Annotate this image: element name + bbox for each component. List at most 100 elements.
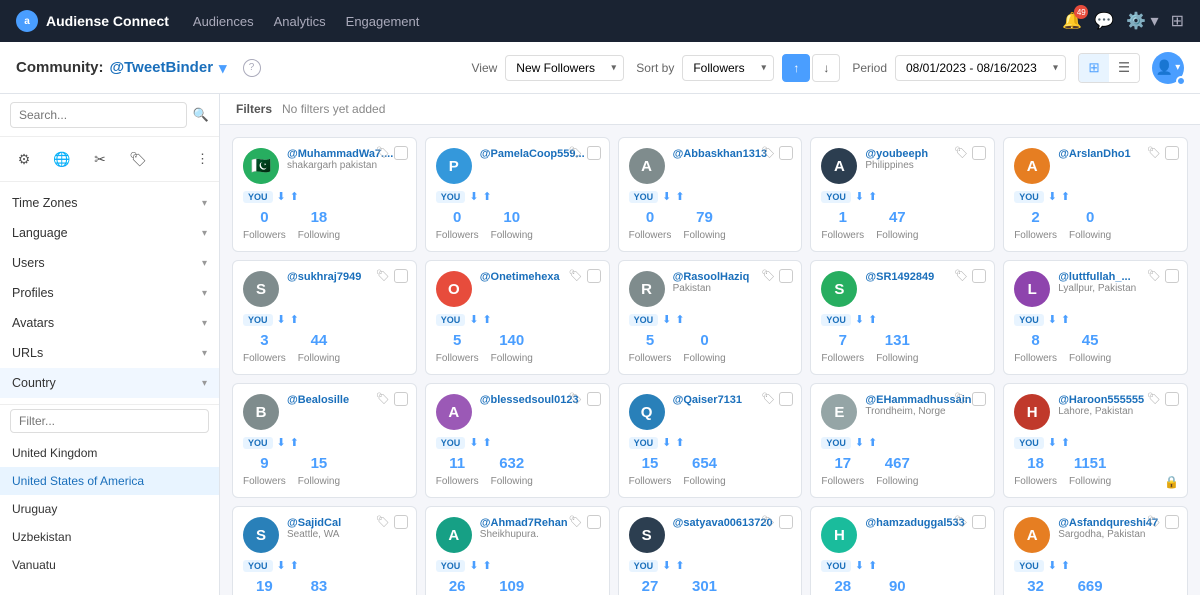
card-checkbox[interactable]	[779, 269, 793, 283]
card-checkbox[interactable]	[779, 146, 793, 160]
card-tag-icon[interactable]: 🏷	[376, 146, 390, 159]
search-input[interactable]	[10, 102, 187, 128]
card-checkbox[interactable]	[972, 269, 986, 283]
scissors-icon[interactable]: ✂	[86, 145, 114, 173]
country-filter-input[interactable]	[10, 409, 209, 433]
tag-icon[interactable]: 🏷	[124, 145, 152, 173]
card-tag-icon[interactable]: 🏷	[954, 392, 968, 405]
settings-icon[interactable]: ⚙️ ▾	[1126, 11, 1158, 31]
card-tag-icon[interactable]: 🏷	[569, 146, 583, 159]
user-card[interactable]: 🏷 Q @Qaiser7131 YOU ⬇ ⬆ 15 Followers 654…	[618, 383, 803, 498]
card-tag-icon[interactable]: 🏷	[569, 392, 583, 405]
user-card[interactable]: 🏷 A @ArslanDho1 YOU ⬇ ⬆ 2 Followers 0 Fo…	[1003, 137, 1188, 252]
user-card[interactable]: 🏷 O @Onetimehexa YOU ⬇ ⬆ 5 Followers 140…	[425, 260, 610, 375]
filter-language[interactable]: Language ▾	[0, 218, 219, 248]
card-checkbox[interactable]	[779, 392, 793, 406]
user-card[interactable]: 🏷 H @hamzaduggal533 YOU ⬇ ⬆ 28 Followers…	[810, 506, 995, 595]
sort-desc-button[interactable]: ↓	[812, 54, 840, 82]
card-checkbox[interactable]	[587, 515, 601, 529]
nav-engagement[interactable]: Engagement	[346, 14, 420, 29]
search-icon[interactable]: 🔍	[193, 107, 209, 123]
country-uk[interactable]: United Kingdom	[0, 439, 219, 467]
filter-profiles[interactable]: Profiles ▾	[0, 278, 219, 308]
user-card[interactable]: 🏷 A @Abbaskhan1313 YOU ⬇ ⬆ 0 Followers 7…	[618, 137, 803, 252]
user-card[interactable]: 🏷 S @SR1492849 YOU ⬇ ⬆ 7 Followers 131 F…	[810, 260, 995, 375]
card-checkbox[interactable]	[587, 392, 601, 406]
user-card[interactable]: 🏷 H @Haroon555555 Lahore, Pakistan YOU ⬇…	[1003, 383, 1188, 498]
period-select[interactable]: 08/01/2023 - 08/16/2023	[895, 55, 1066, 81]
card-tag-icon[interactable]: 🏷	[954, 269, 968, 282]
card-tag-icon[interactable]: 🏷	[1147, 146, 1161, 159]
info-icon[interactable]: ?	[243, 59, 261, 77]
card-checkbox[interactable]	[1165, 146, 1179, 160]
user-card[interactable]: 🏷 E @EHammadhussain Trondheim, Norge YOU…	[810, 383, 995, 498]
user-card[interactable]: 🏷 🇵🇰 @MuhammadWa7.... shakargarh pakista…	[232, 137, 417, 252]
user-card[interactable]: 🏷 P @PamelaCoop559... YOU ⬇ ⬆ 0 Follower…	[425, 137, 610, 252]
card-tag-icon[interactable]: 🏷	[569, 515, 583, 528]
nav-analytics[interactable]: Analytics	[274, 14, 326, 29]
country-uruguay[interactable]: Uruguay	[0, 495, 219, 523]
grid-view-button[interactable]: ⊞	[1079, 54, 1109, 82]
apps-icon[interactable]: ⊞	[1171, 11, 1184, 31]
card-checkbox[interactable]	[394, 269, 408, 283]
community-name[interactable]: @TweetBinder	[110, 59, 214, 76]
filter-sliders-icon[interactable]: ⚙	[10, 145, 38, 173]
card-checkbox[interactable]	[587, 269, 601, 283]
messages-icon[interactable]: 💬	[1094, 11, 1114, 31]
card-checkbox[interactable]	[394, 146, 408, 160]
card-tag-icon[interactable]: 🏷	[761, 515, 775, 528]
card-checkbox[interactable]	[779, 515, 793, 529]
card-checkbox[interactable]	[587, 146, 601, 160]
user-card[interactable]: 🏷 S @sukhraj7949 YOU ⬇ ⬆ 3 Followers 44 …	[232, 260, 417, 375]
filter-urls[interactable]: URLs ▾	[0, 338, 219, 368]
card-tag-icon[interactable]: 🏷	[1147, 392, 1161, 405]
more-options-icon[interactable]: ⋮	[196, 151, 209, 167]
country-vanuatu[interactable]: Vanuatu	[0, 551, 219, 579]
filter-avatars[interactable]: Avatars ▾	[0, 308, 219, 338]
card-checkbox[interactable]	[394, 515, 408, 529]
notifications-icon[interactable]: 🔔 49	[1062, 11, 1082, 31]
user-card[interactable]: 🏷 S @SajidCal Seattle, WA YOU ⬇ ⬆ 19 Fol…	[232, 506, 417, 595]
card-checkbox[interactable]	[972, 146, 986, 160]
card-tag-icon[interactable]: 🏷	[761, 269, 775, 282]
country-uzbekistan[interactable]: Uzbekistan	[0, 523, 219, 551]
user-card[interactable]: 🏷 A @Asfandqureshi47 Sargodha, Pakistan …	[1003, 506, 1188, 595]
card-tag-icon[interactable]: 🏷	[376, 269, 390, 282]
globe-icon[interactable]: 🌐	[48, 145, 76, 173]
card-checkbox[interactable]	[1165, 392, 1179, 406]
list-view-button[interactable]: ☰	[1109, 54, 1139, 82]
card-checkbox[interactable]	[972, 392, 986, 406]
card-checkbox[interactable]	[1165, 269, 1179, 283]
sort-asc-button[interactable]: ↑	[782, 54, 810, 82]
card-tag-icon[interactable]: 🏷	[1147, 515, 1161, 528]
community-chevron[interactable]: ▾	[219, 59, 227, 77]
user-card[interactable]: 🏷 B @Bealosille YOU ⬇ ⬆ 9 Followers 15 F…	[232, 383, 417, 498]
card-tag-icon[interactable]: 🏷	[1147, 269, 1161, 282]
filter-profiles-label: Profiles	[12, 286, 54, 300]
filter-country[interactable]: Country ▾	[0, 368, 219, 398]
card-tag-icon[interactable]: 🏷	[761, 146, 775, 159]
card-checkbox[interactable]	[1165, 515, 1179, 529]
filter-users[interactable]: Users ▾	[0, 248, 219, 278]
user-card[interactable]: 🏷 A @youbeeph Philippines YOU ⬇ ⬆ 1 Foll…	[810, 137, 995, 252]
card-tag-icon[interactable]: 🏷	[376, 515, 390, 528]
user-card[interactable]: 🏷 L @luttfullah_... Lyallpur, Pakistan Y…	[1003, 260, 1188, 375]
filter-timezones[interactable]: Time Zones ▾	[0, 188, 219, 218]
card-tag-icon[interactable]: 🏷	[376, 392, 390, 405]
filter-sections: Time Zones ▾ Language ▾ Users ▾ Profiles…	[0, 182, 219, 405]
card-tag-icon[interactable]: 🏷	[569, 269, 583, 282]
user-card[interactable]: 🏷 S @satyava00613720 YOU ⬇ ⬆ 27 Follower…	[618, 506, 803, 595]
user-avatar-button[interactable]: 👤 ▾	[1152, 52, 1184, 84]
user-card[interactable]: 🏷 A @Ahmad7Rehan Sheikhupura. YOU ⬇ ⬆ 26…	[425, 506, 610, 595]
card-checkbox[interactable]	[394, 392, 408, 406]
card-checkbox[interactable]	[972, 515, 986, 529]
sort-select[interactable]: Followers	[682, 55, 774, 81]
user-card[interactable]: 🏷 R @RasoolHaziq Pakistan YOU ⬇ ⬆ 5 Foll…	[618, 260, 803, 375]
card-tag-icon[interactable]: 🏷	[954, 146, 968, 159]
card-tag-icon[interactable]: 🏷	[761, 392, 775, 405]
card-tag-icon[interactable]: 🏷	[954, 515, 968, 528]
user-card[interactable]: 🏷 A @blessedsoul0123 YOU ⬇ ⬆ 11 Follower…	[425, 383, 610, 498]
country-usa[interactable]: United States of America	[0, 467, 219, 495]
nav-audiences[interactable]: Audiences	[193, 14, 254, 29]
view-select[interactable]: New Followers	[505, 55, 624, 81]
